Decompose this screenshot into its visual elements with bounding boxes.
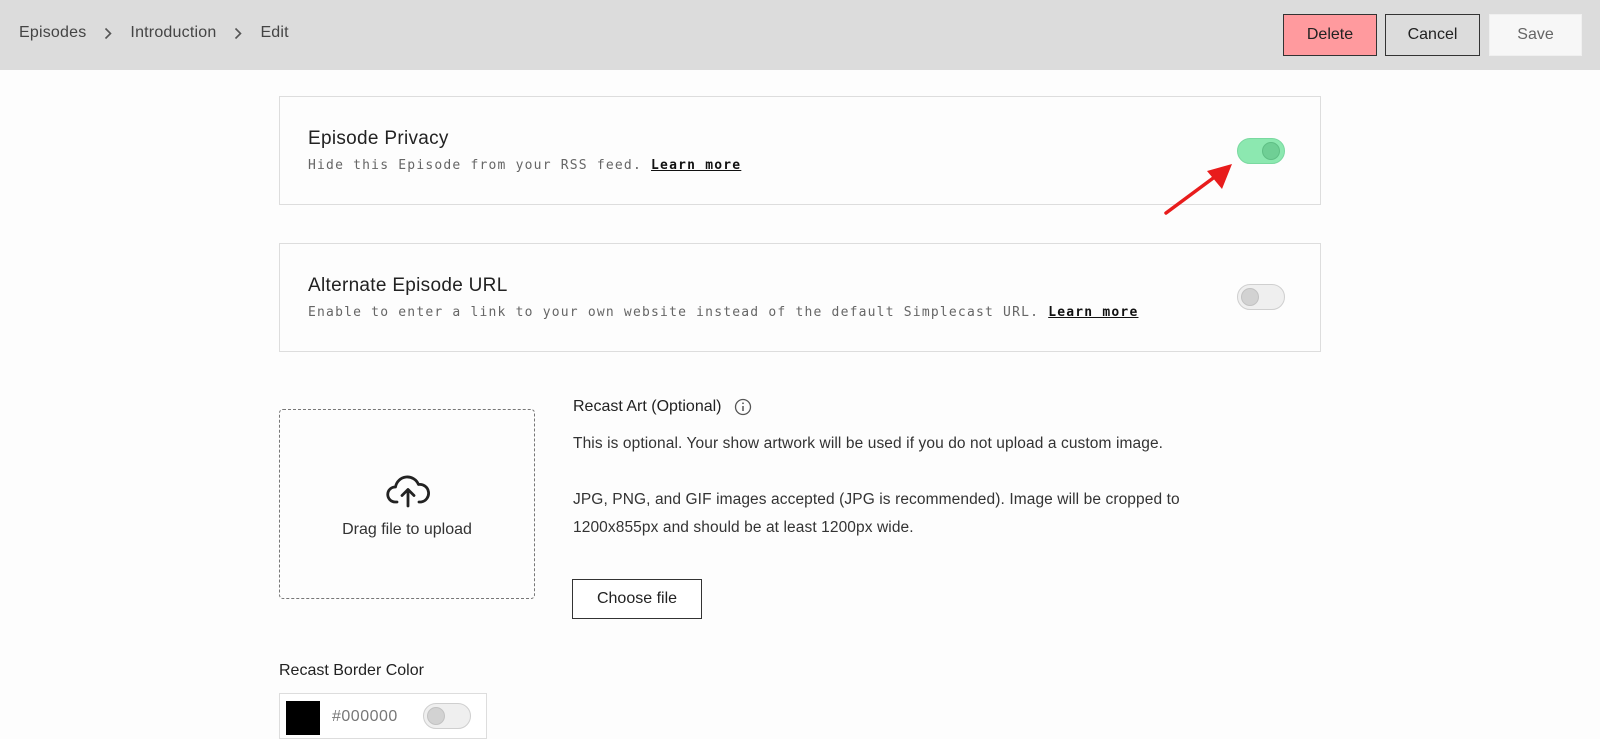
toggle-knob [1241, 288, 1259, 306]
cloud-upload-icon [386, 475, 430, 508]
alternate-url-title: Alternate Episode URL [308, 275, 508, 296]
chevron-right-icon [235, 27, 243, 39]
recast-art-format-text-line2: 1200x855px and should be at least 1200px… [573, 519, 914, 536]
recast-border-color-label: Recast Border Color [279, 662, 424, 679]
border-color-hex[interactable]: #000000 [332, 708, 398, 726]
breadcrumb-episodes[interactable]: Episodes [19, 24, 86, 42]
alternate-url-description-text: Enable to enter a link to your own websi… [308, 305, 1040, 320]
episode-privacy-description: Hide this Episode from your RSS feed. Le… [308, 158, 741, 173]
color-swatch[interactable] [286, 701, 320, 735]
recast-art-heading: Recast Art (Optional) [573, 398, 752, 416]
alternate-url-toggle[interactable] [1237, 284, 1285, 310]
info-icon[interactable] [734, 398, 752, 416]
cancel-button[interactable]: Cancel [1385, 14, 1480, 56]
episode-privacy-learn-more-link[interactable]: Learn more [651, 158, 741, 173]
episode-privacy-title: Episode Privacy [308, 128, 449, 149]
breadcrumb-introduction[interactable]: Introduction [130, 24, 216, 42]
border-color-field: #000000 [279, 693, 487, 739]
breadcrumb-edit: Edit [260, 24, 289, 41]
art-upload-dropzone[interactable]: Drag file to upload [279, 409, 535, 599]
recast-art-format-text-line1: JPG, PNG, and GIF images accepted (JPG i… [573, 491, 1180, 508]
breadcrumb: Episodes Introduction Edit [19, 24, 289, 42]
top-bar: Episodes Introduction Edit Delete Cancel… [0, 0, 1600, 70]
episode-privacy-card: Episode Privacy Hide this Episode from y… [279, 96, 1321, 205]
alternate-url-description: Enable to enter a link to your own websi… [308, 305, 1138, 320]
episode-privacy-toggle[interactable] [1237, 138, 1285, 164]
recast-art-title: Recast Art (Optional) [573, 398, 722, 415]
chevron-right-icon [105, 27, 113, 39]
save-button[interactable]: Save [1489, 14, 1582, 56]
delete-button[interactable]: Delete [1283, 14, 1377, 56]
border-color-toggle[interactable] [423, 703, 471, 729]
toggle-knob [1262, 142, 1280, 160]
alternate-url-learn-more-link[interactable]: Learn more [1048, 305, 1138, 320]
alternate-url-card: Alternate Episode URL Enable to enter a … [279, 243, 1321, 352]
episode-privacy-description-text: Hide this Episode from your RSS feed. [308, 158, 642, 173]
toggle-knob [427, 707, 445, 725]
recast-art-optional-text: This is optional. Your show artwork will… [573, 435, 1164, 452]
choose-file-button[interactable]: Choose file [572, 579, 702, 619]
upload-label: Drag file to upload [342, 521, 472, 538]
